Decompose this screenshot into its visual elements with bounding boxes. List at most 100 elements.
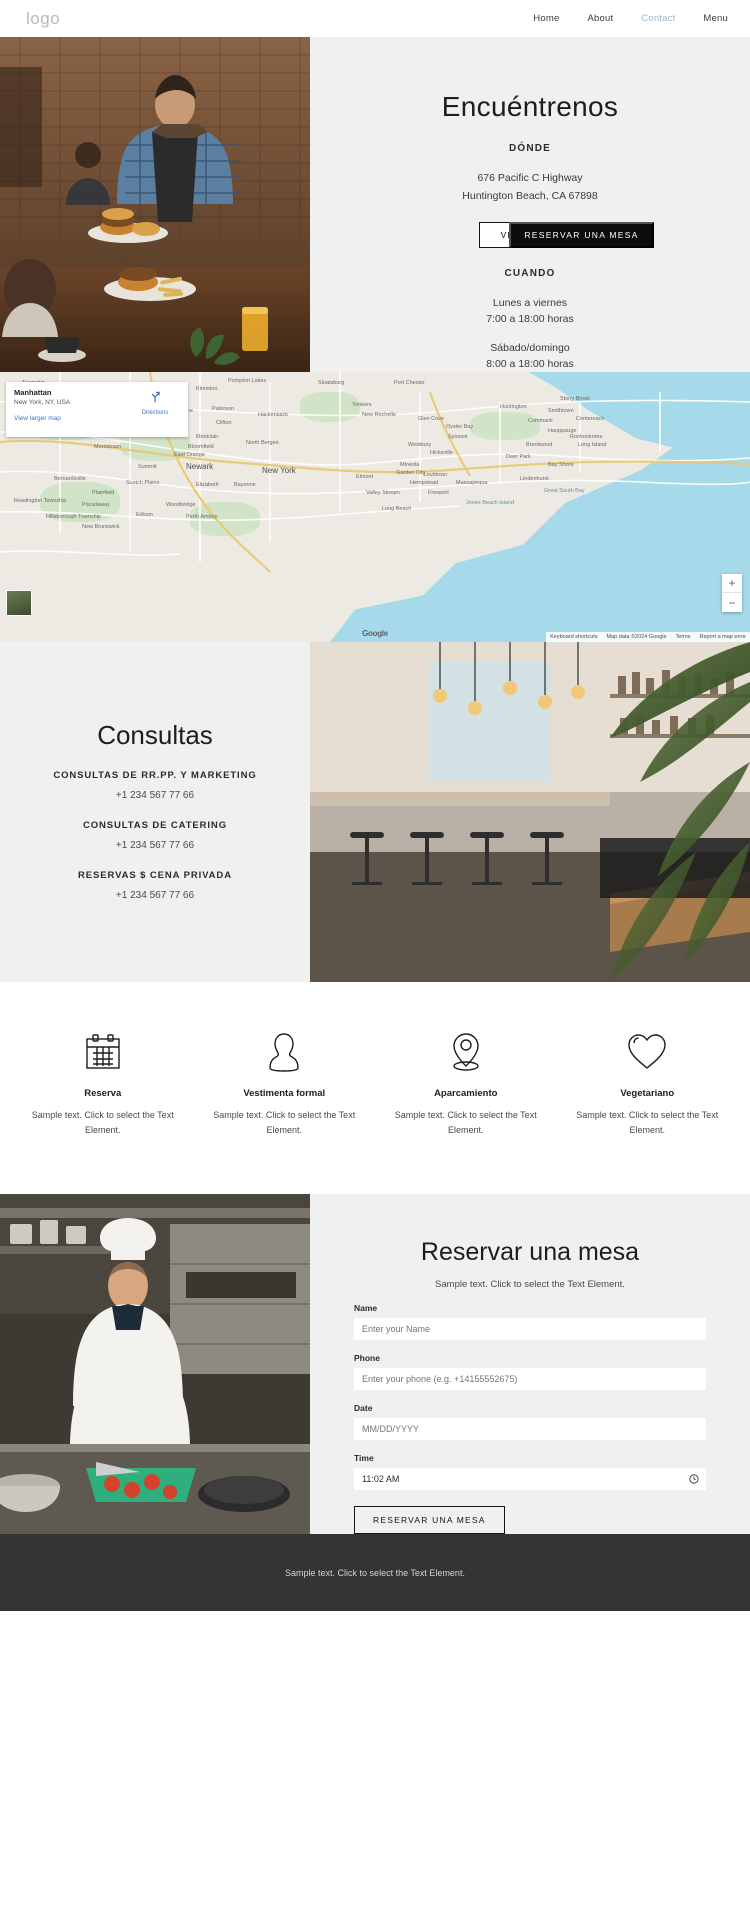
map-zoom-out-button[interactable]: − (722, 593, 742, 612)
map-place-label: Hempstead (410, 480, 439, 486)
map-place-label: Smithtown (548, 408, 574, 414)
hero-section: Encuéntrenos DÓNDE 676 Pacific C Highway… (0, 37, 750, 372)
name-input[interactable] (354, 1318, 706, 1340)
map-section[interactable]: TownshipKinnelonPompton LakesSloatsburgP… (0, 372, 750, 642)
map-place-label: Scotch Plains (126, 480, 160, 486)
booking-title: Reservar una mesa (420, 1238, 640, 1266)
booking-subtitle: Sample text. Click to select the Text El… (435, 1279, 625, 1290)
map-place-label: Bay Shore (548, 462, 574, 468)
map-place-label: Westbury (408, 442, 432, 448)
google-logo: Google (362, 629, 388, 638)
nav-link-about[interactable]: About (587, 13, 613, 24)
map-place-label: Edison (136, 512, 153, 518)
map-info-card[interactable]: Manhattan New York, NY, USA View larger … (6, 382, 188, 437)
submit-reservation-button[interactable]: RESERVAR UNA MESA (354, 1506, 505, 1534)
map-place-label: Readington Township (14, 498, 67, 504)
map-place-label: Elmont (356, 474, 374, 480)
map-place-label: Levittown (424, 472, 448, 478)
footer-text: Sample text. Click to select the Text El… (285, 1567, 465, 1578)
directions-icon (151, 391, 160, 403)
consultas-group-phone[interactable]: +1 234 567 77 66 (116, 840, 194, 851)
map-place-label: Long Island (578, 442, 607, 448)
map-place-label: Syosset (448, 434, 468, 440)
feature-aparcamiento: Aparcamiento Sample text. Click to selec… (375, 1030, 557, 1138)
where-label: DÓNDE (508, 143, 552, 154)
site-header: logo Home About Contact Menu (0, 0, 750, 37)
address-line-2: Huntington Beach, CA 67898 (462, 190, 598, 202)
directions-button[interactable]: Directions (132, 390, 178, 416)
consultas-info-panel: Consultas CONSULTAS DE RR.PP. Y MARKETIN… (0, 642, 310, 982)
map-place-label: Newark (186, 462, 214, 471)
hero-info-panel: Encuéntrenos DÓNDE 676 Pacific C Highway… (310, 37, 750, 372)
feature-text: Sample text. Click to select the Text El… (394, 1110, 537, 1135)
map-place-label: Brentwood (526, 442, 553, 448)
nav-link-menu[interactable]: Menu (703, 13, 728, 24)
map-place-label: Stony Brook (560, 396, 590, 402)
map-place-label: Elizabeth (196, 482, 219, 488)
map-zoom-controls[interactable]: + − (722, 574, 742, 612)
site-footer: Sample text. Click to select the Text El… (0, 1534, 750, 1611)
map-place-label: Pompton Lakes (228, 378, 267, 384)
map-place-label: Kinnelon (196, 386, 218, 392)
time-field-group: Time (354, 1453, 706, 1490)
consultas-group-phone[interactable]: +1 234 567 77 66 (116, 790, 194, 801)
booking-image (0, 1194, 310, 1534)
map-place-label: Woodbridge (166, 502, 196, 508)
hero-image (0, 37, 310, 372)
location-pin-icon (383, 1030, 549, 1074)
view-larger-map-link[interactable]: View larger map (14, 415, 180, 422)
phone-label: Phone (354, 1353, 380, 1363)
nav-link-contact[interactable]: Contact (641, 13, 675, 24)
map-place-label: Plainfield (92, 490, 115, 496)
reservar-una-mesa-button[interactable]: RESERVAR UNA MESA (509, 222, 654, 248)
consultas-group-phone[interactable]: +1 234 567 77 66 (116, 890, 194, 901)
weekend-label: Sábado/domingo (490, 342, 570, 354)
map-place-label: Port Chester (394, 380, 425, 386)
phone-input[interactable] (354, 1368, 706, 1390)
map-place-label: Montclair (196, 434, 219, 440)
keyboard-shortcuts-link[interactable]: Keyboard shortcuts (550, 634, 597, 640)
feature-text: Sample text. Click to select the Text El… (576, 1110, 719, 1135)
map-place-label: Ronkonkoma (570, 434, 603, 440)
main-navigation: Home About Contact Menu (533, 13, 728, 24)
booking-section: Reservar una mesa Sample text. Click to … (0, 1194, 750, 1534)
feature-title: Aparcamiento (434, 1088, 498, 1099)
map-place-label: New York (262, 466, 296, 475)
date-input[interactable] (354, 1418, 706, 1440)
map-street-view-thumbnail[interactable] (6, 590, 32, 616)
map-place-label: Sloatsburg (318, 380, 345, 386)
map-place-label: Bayonne (234, 482, 256, 488)
feature-title: Reserva (84, 1088, 122, 1099)
terms-link[interactable]: Terms (676, 634, 691, 640)
calendar-icon (20, 1030, 186, 1074)
map-place-label: Bernardsville (54, 476, 86, 482)
map-data-credit: Map data ©2024 Google (606, 634, 667, 640)
map-place-label: Piscataway (82, 502, 110, 508)
consultas-group-label: RESERVAS $ CENA PRIVADA (78, 870, 232, 881)
feature-vestimenta-formal: Vestimenta formal Sample text. Click to … (194, 1030, 376, 1138)
time-label: Time (354, 1453, 374, 1463)
consultas-image (310, 642, 750, 982)
map-place-label: Garden City (396, 470, 426, 476)
report-map-error-link[interactable]: Report a map error (700, 634, 746, 640)
nav-link-home[interactable]: Home (533, 13, 559, 24)
map-place-label: Long Beach (382, 506, 412, 512)
feature-text: Sample text. Click to select the Text El… (31, 1110, 174, 1135)
consultas-group-label: CONSULTAS DE CATERING (83, 820, 227, 831)
consultas-section: Consultas CONSULTAS DE RR.PP. Y MARKETIN… (0, 642, 750, 982)
map-place-label: Commack (528, 418, 553, 424)
time-input[interactable] (354, 1468, 706, 1490)
map-zoom-in-button[interactable]: + (722, 574, 742, 593)
phone-field-group: Phone (354, 1353, 706, 1390)
feature-reserva: Reserva Sample text. Click to select the… (12, 1030, 194, 1138)
feature-title: Vegetariano (620, 1088, 675, 1099)
date-label: Date (354, 1403, 373, 1413)
site-logo[interactable]: logo (26, 9, 60, 29)
map-place-label: Hillsborough Township (46, 514, 101, 520)
weekend-hours: 8:00 a 18:00 horas (486, 358, 574, 370)
map-place-label: Lindenhurst (520, 476, 549, 482)
hours-block: Lunes a viernes 7:00 a 18:00 horas Sábad… (486, 295, 574, 372)
name-field-group: Name (354, 1303, 706, 1340)
address-line-1: 676 Pacific C Highway (477, 172, 583, 184)
map-place-label: Summit (138, 464, 157, 470)
